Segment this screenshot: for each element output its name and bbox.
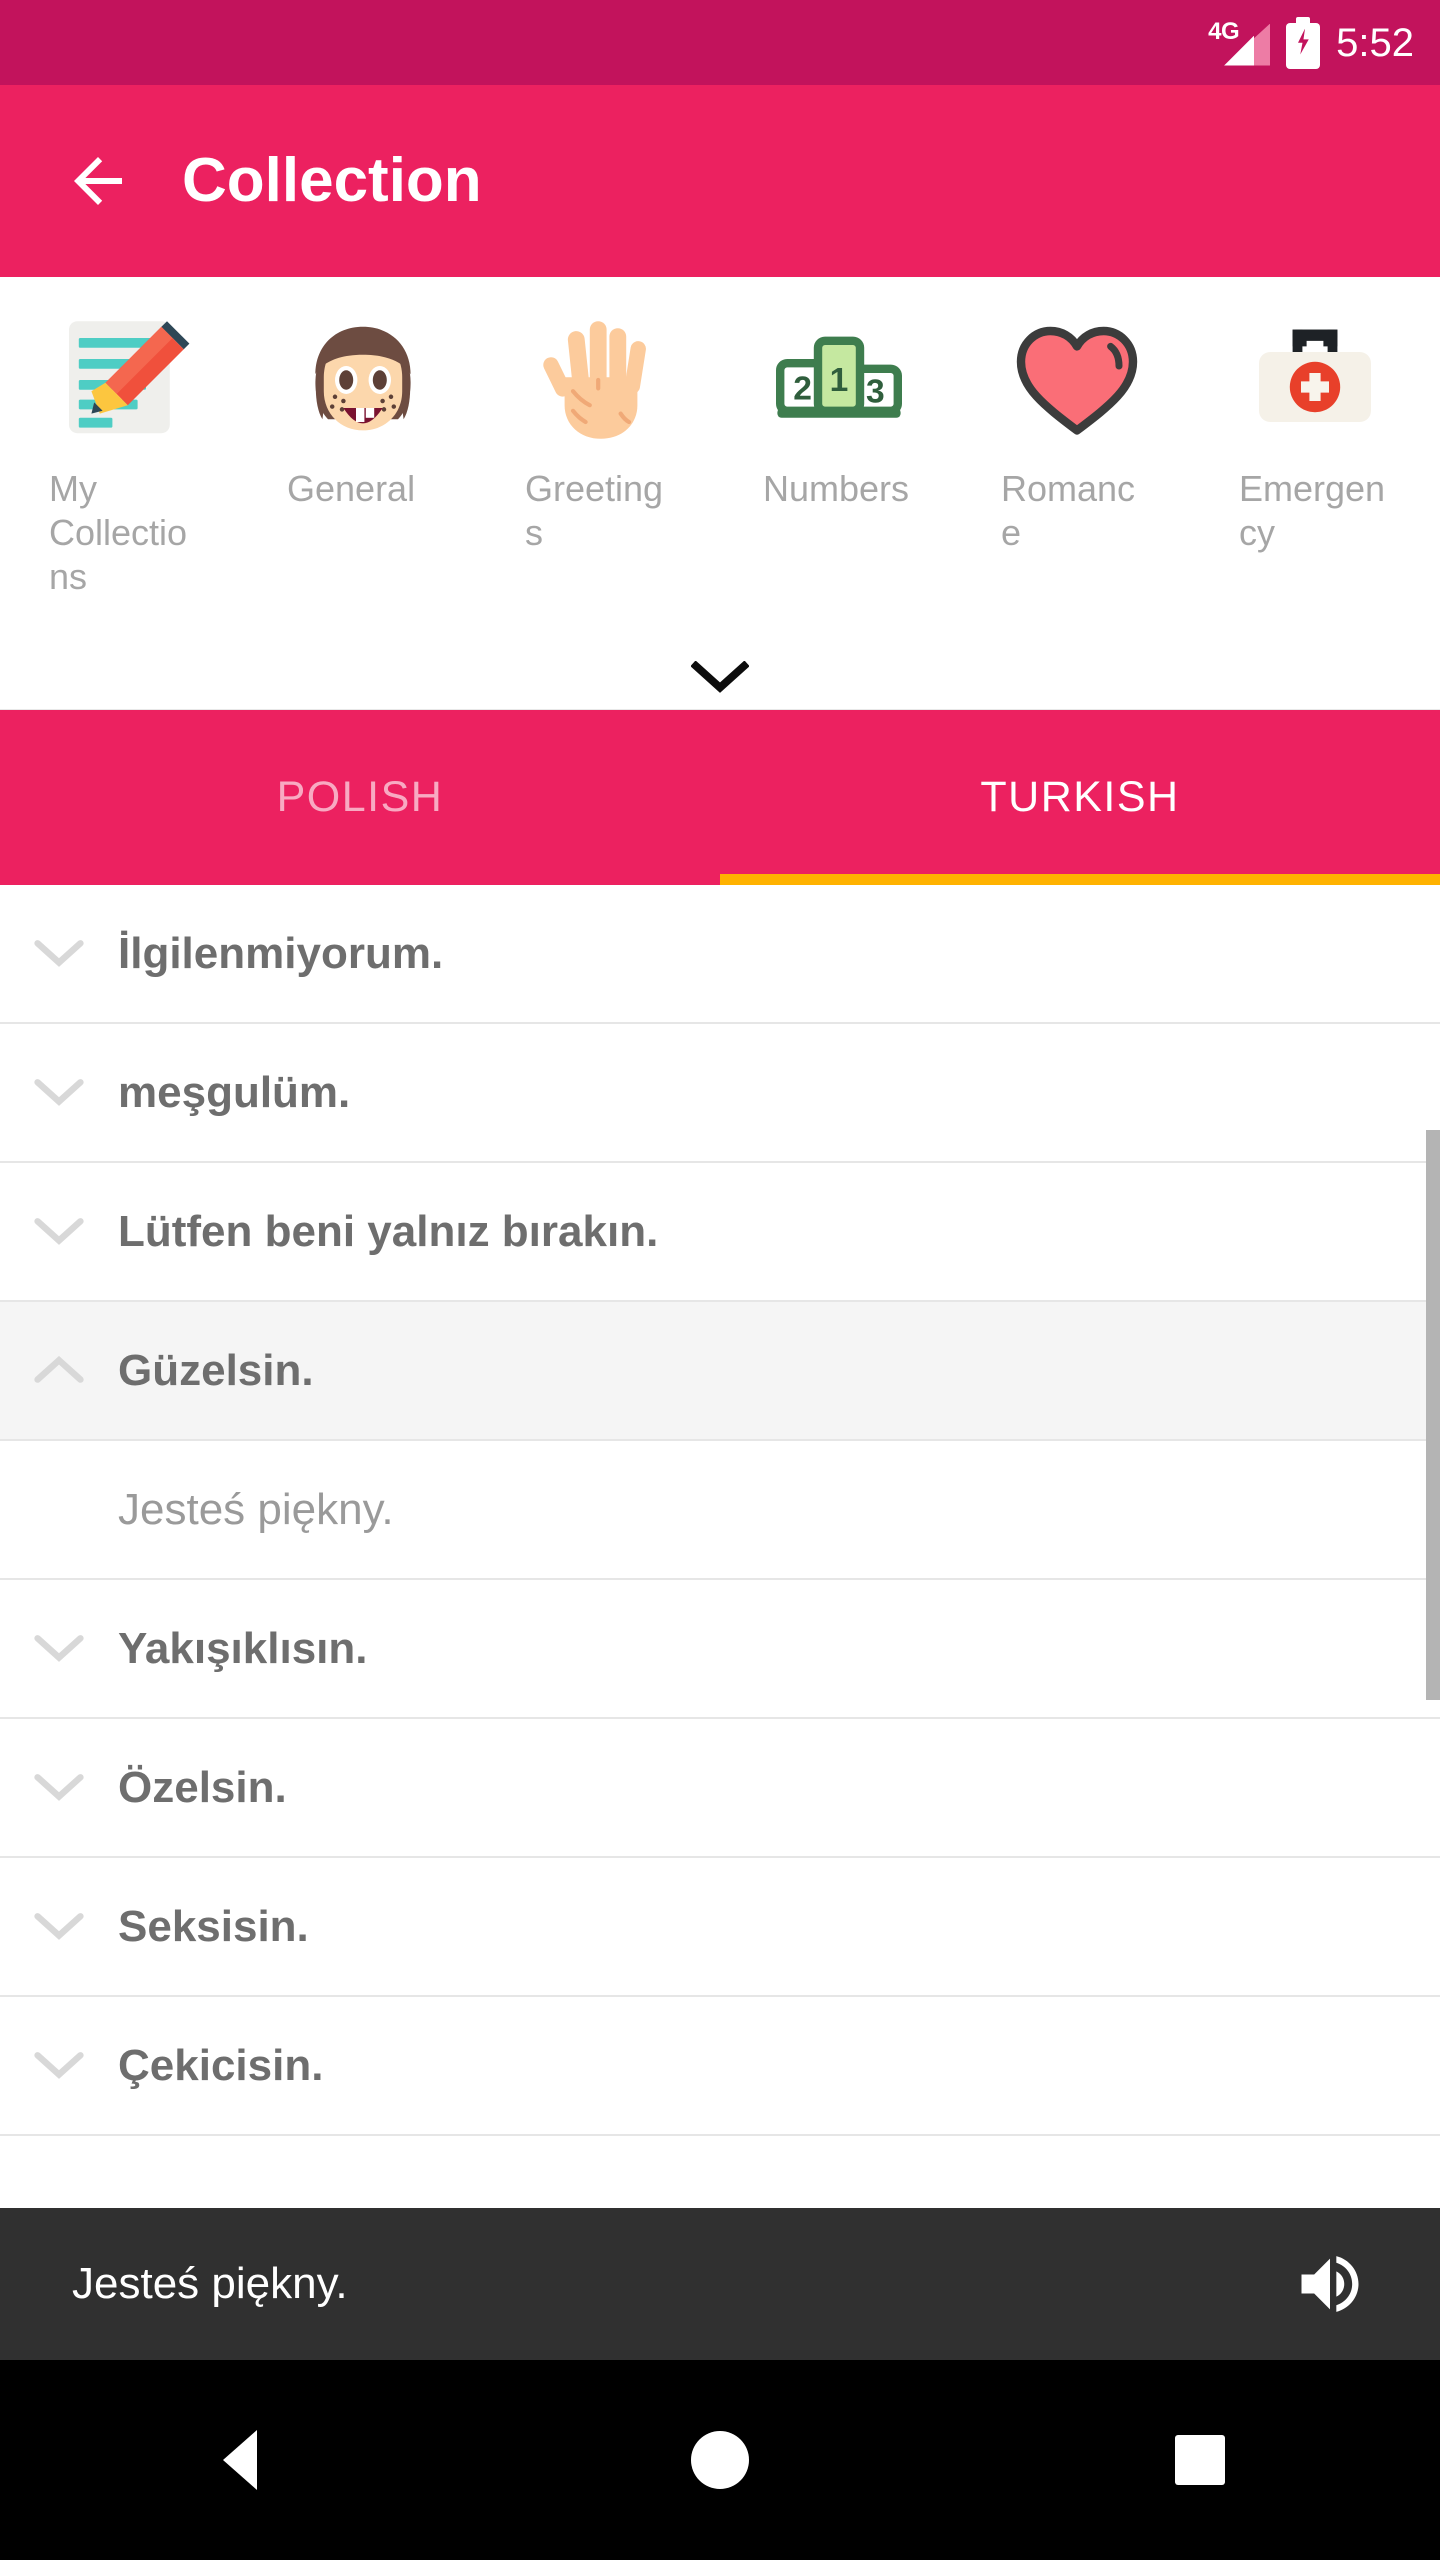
- category-item-my-collections[interactable]: My Collections: [6, 305, 244, 599]
- list-item[interactable]: Çekicisin.: [0, 1997, 1440, 2136]
- expand-categories-button[interactable]: [0, 661, 1440, 695]
- list-item-expanded[interactable]: Güzelsin.: [0, 1302, 1440, 1441]
- signal-bars-icon: 4G: [1208, 16, 1271, 70]
- chevron-down-icon: [691, 661, 749, 693]
- tab-active-indicator: [720, 874, 1440, 885]
- phrase-text: Lütfen beni yalnız bırakın.: [118, 1206, 659, 1256]
- note-pencil-icon: [51, 305, 199, 455]
- first-aid-kit-icon: [1241, 305, 1389, 455]
- arrow-back-icon: [74, 157, 122, 205]
- status-bar: 4G 5:52: [0, 0, 1440, 85]
- chevron-up-icon[interactable]: [0, 1355, 118, 1386]
- tab-polish[interactable]: POLISH: [0, 710, 720, 885]
- heart-icon: [1003, 305, 1151, 455]
- list-item[interactable]: Yakışıklısın.: [0, 1580, 1440, 1719]
- tab-label: POLISH: [276, 773, 444, 821]
- chevron-down-icon[interactable]: [0, 1912, 118, 1942]
- chevron-down-icon[interactable]: [0, 2051, 118, 2081]
- svg-text:2: 2: [793, 371, 812, 408]
- svg-text:3: 3: [866, 373, 885, 410]
- network-type-label: 4G: [1208, 17, 1240, 45]
- category-label: General: [287, 468, 416, 509]
- category-label: My Collections: [49, 468, 188, 597]
- nav-recents-square-icon: [1175, 2435, 1225, 2485]
- list-item[interactable]: Seksisin.: [0, 1858, 1440, 1997]
- list-item-translation: Jesteś piękny.: [0, 1441, 1440, 1580]
- phrase-text: Yakışıklısın.: [118, 1623, 368, 1673]
- category-item-greetings[interactable]: Greetings: [482, 305, 720, 599]
- play-audio-button[interactable]: [1292, 2246, 1368, 2322]
- nav-home-button[interactable]: [480, 2431, 960, 2489]
- category-item-general[interactable]: General: [244, 305, 482, 599]
- list-item[interactable]: İlgilenmiyorum.: [0, 885, 1440, 1024]
- category-strip: My Collections General Greetings 2 1 3 N…: [0, 277, 1440, 710]
- list-item[interactable]: meşgulüm.: [0, 1024, 1440, 1163]
- nav-home-circle-icon: [691, 2431, 749, 2489]
- chevron-down-icon[interactable]: [0, 1634, 118, 1664]
- volume-up-icon: [1301, 2256, 1359, 2312]
- chevron-down-icon[interactable]: [0, 1078, 118, 1108]
- tab-turkish[interactable]: TURKISH: [720, 710, 1440, 885]
- player-phrase-text: Jesteś piękny.: [72, 2259, 348, 2308]
- tab-label: TURKISH: [980, 773, 1180, 821]
- language-tab-bar: POLISH TURKISH: [0, 710, 1440, 885]
- chevron-down-icon[interactable]: [0, 939, 118, 969]
- back-button[interactable]: [38, 121, 158, 241]
- phrase-text: Güzelsin.: [118, 1345, 314, 1395]
- phrase-text: Özelsin.: [118, 1762, 287, 1812]
- category-label: Greetings: [525, 468, 664, 553]
- battery-charging-icon: [1286, 16, 1321, 69]
- audio-player-bar: Jesteś piękny.: [0, 2208, 1440, 2360]
- list-scrollbar[interactable]: [1426, 1130, 1440, 1700]
- nav-recents-button[interactable]: [960, 2435, 1440, 2485]
- girl-face-icon: [289, 305, 437, 455]
- page-title: Collection: [182, 146, 482, 215]
- phrase-text: Çekicisin.: [118, 2040, 324, 2090]
- category-label: Numbers: [763, 468, 910, 509]
- phrase-list[interactable]: İlgilenmiyorum. meşgulüm. Lütfen beni ya…: [0, 885, 1440, 2208]
- category-label: Romance: [1001, 468, 1136, 553]
- phrase-text: İlgilenmiyorum.: [118, 928, 444, 978]
- list-item[interactable]: Özelsin.: [0, 1719, 1440, 1858]
- chevron-down-icon[interactable]: [0, 1217, 118, 1247]
- category-label: Emergency: [1239, 468, 1386, 553]
- phone-screen: 4G 5:52 Collection My Collections Genera…: [0, 0, 1440, 2560]
- translation-text: Jesteś piękny.: [118, 1484, 394, 1534]
- podium-123-icon: 2 1 3: [765, 305, 913, 455]
- category-item-romance[interactable]: Romance: [958, 305, 1196, 599]
- category-row: My Collections General Greetings 2 1 3 N…: [0, 277, 1440, 599]
- svg-text:1: 1: [830, 362, 849, 399]
- category-item-emergency[interactable]: Emergency: [1196, 305, 1434, 599]
- phrase-text: meşgulüm.: [118, 1067, 351, 1117]
- status-bar-clock: 5:52: [1336, 20, 1414, 65]
- nav-back-button[interactable]: [0, 2430, 480, 2490]
- list-item[interactable]: Lütfen beni yalnız bırakın.: [0, 1163, 1440, 1302]
- app-bar: Collection: [0, 85, 1440, 277]
- android-nav-bar: [0, 2360, 1440, 2560]
- open-hand-icon: [527, 305, 675, 455]
- category-item-numbers[interactable]: 2 1 3 Numbers: [720, 305, 958, 599]
- chevron-down-icon[interactable]: [0, 1773, 118, 1803]
- phrase-text: Seksisin.: [118, 1901, 309, 1951]
- nav-back-triangle-icon: [223, 2430, 257, 2490]
